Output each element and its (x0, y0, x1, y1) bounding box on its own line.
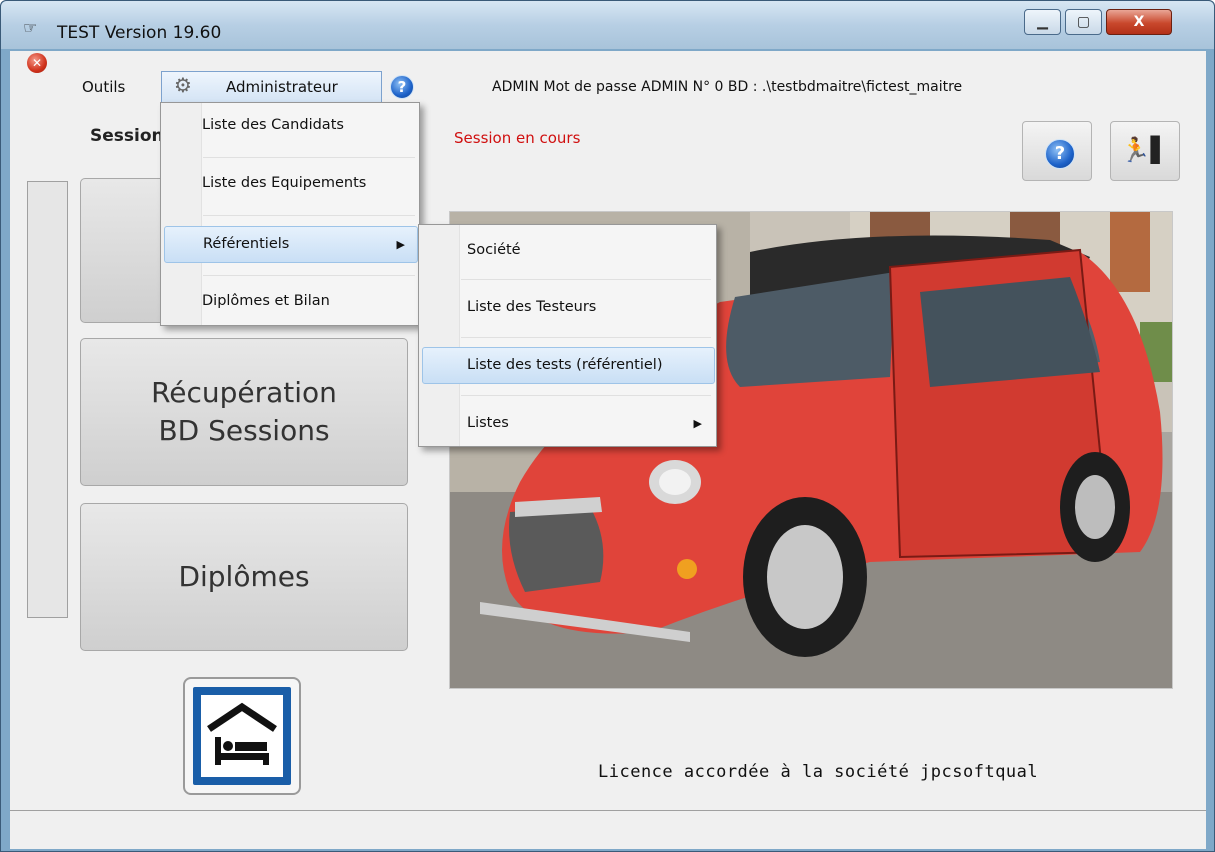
recuperation-label-2: BD Sessions (158, 414, 330, 447)
menu-item-diplomes-bilan[interactable]: Diplômes et Bilan (164, 293, 416, 319)
status-bar (10, 810, 1206, 849)
menu-administrateur-label: Administrateur (226, 78, 338, 96)
home-button[interactable] (183, 677, 301, 795)
submenu-arrow-icon: ▶ (396, 238, 405, 251)
menu-item-liste-tests[interactable]: Liste des tests (référentiel) (422, 347, 715, 384)
exit-button[interactable]: 🏃▌ (1110, 121, 1180, 181)
connection-info: ADMIN Mot de passe ADMIN N° 0 BD : .\tes… (492, 79, 963, 95)
menu-outils[interactable]: Outils (82, 78, 125, 96)
submenu-arrow-icon: ▶ (693, 417, 702, 430)
stop-icon[interactable]: ✕ (27, 53, 47, 73)
help-button[interactable]: ? (1022, 121, 1092, 181)
minimize-button[interactable]: ▁ (1024, 9, 1061, 35)
window-title: TEST Version 19.60 (57, 23, 222, 43)
referentiels-submenu: Société Liste des Testeurs Liste des tes… (418, 224, 717, 447)
licence-text: Licence accordée à la société jpcsoftqua… (598, 762, 1039, 782)
menu-item-referentiels[interactable]: Référentiels ▶ (164, 226, 418, 263)
menu-item-liste-testeurs[interactable]: Liste des Testeurs (422, 299, 714, 325)
recuperation-button[interactable]: Récupération BD Sessions (80, 338, 408, 486)
menu-item-societe[interactable]: Société (422, 242, 714, 268)
side-panel (27, 181, 68, 618)
session-status: Session en cours (454, 129, 581, 147)
diplomes-button[interactable]: Diplômes (80, 503, 408, 651)
title-bar[interactable]: ☞ TEST Version 19.60 ▁ ▢ X (1, 1, 1214, 49)
menu-item-liste-equipements[interactable]: Liste des Equipements (164, 175, 416, 201)
maximize-button[interactable]: ▢ (1065, 9, 1102, 35)
menu-item-liste-candidats[interactable]: Liste des Candidats (164, 117, 416, 143)
gear-icon: ⚙ (174, 73, 192, 97)
recuperation-label-1: Récupération (151, 376, 337, 410)
menu-item-listes[interactable]: Listes ▶ (422, 415, 714, 441)
help-icon: ? (1045, 139, 1075, 169)
exit-icon: 🏃▌ (1120, 136, 1170, 164)
diplomes-label: Diplômes (178, 560, 310, 594)
home-bed-icon (193, 687, 291, 785)
app-icon: ☞ (23, 18, 38, 37)
help-icon[interactable]: ? (390, 75, 414, 99)
close-button[interactable]: X (1106, 9, 1172, 35)
session-label: Session (90, 126, 164, 146)
administrateur-menu: Liste des Candidats Liste des Equipement… (160, 102, 420, 326)
